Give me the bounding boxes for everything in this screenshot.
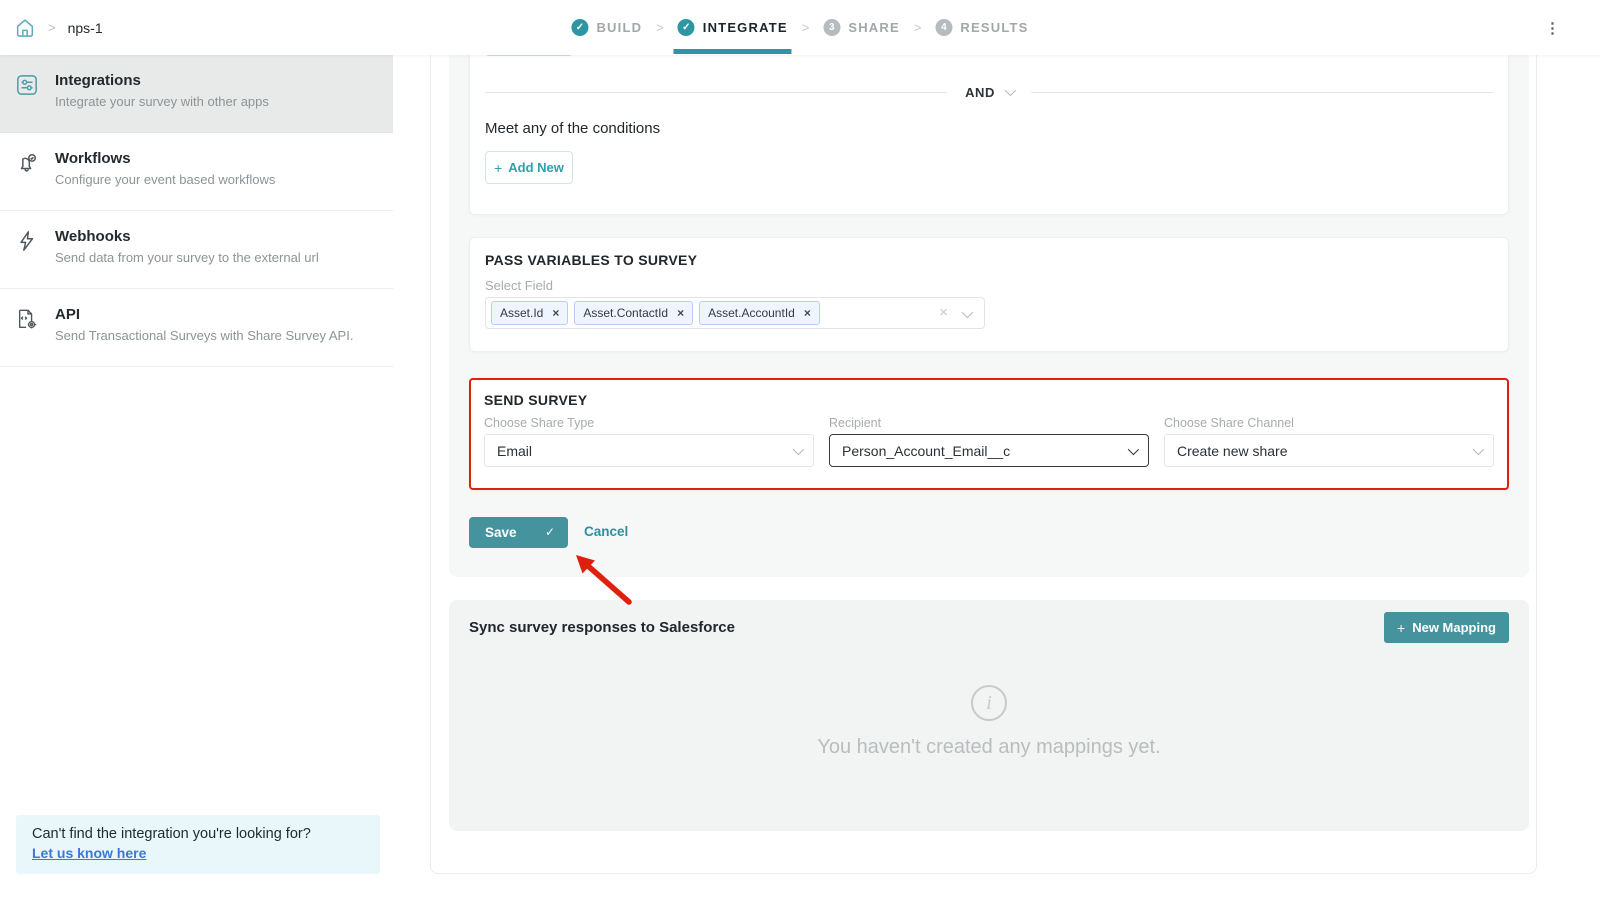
sidebar-item-api[interactable]: API Send Transactional Surveys with Shar…: [0, 289, 393, 367]
sidebar-item-integrations[interactable]: Integrations Integrate your survey with …: [0, 55, 393, 133]
chevron-down-icon[interactable]: [962, 307, 973, 318]
add-new-condition-button[interactable]: + Add New: [485, 151, 573, 184]
recipient-label: Recipient: [829, 416, 881, 430]
step-results[interactable]: 4 RESULTS: [935, 19, 1028, 36]
and-operator-label: AND: [965, 85, 995, 100]
chip-remove-icon[interactable]: ×: [552, 307, 559, 319]
divider-line: [485, 92, 947, 93]
step-label: SHARE: [848, 20, 900, 35]
share-channel-field: Choose Share Channel Create new share: [1164, 380, 1494, 488]
recipient-value: Person_Account_Email__c: [842, 443, 1010, 459]
chevron-down-icon: [1128, 443, 1139, 454]
stepper: ✓ BUILD > ✓ INTEGRATE > 3 SHARE > 4 RESU…: [571, 0, 1028, 55]
pass-variables-title: PASS VARIABLES TO SURVEY: [485, 252, 697, 268]
send-survey-card: SEND SURVEY Choose Share Type Email Reci…: [469, 378, 1509, 490]
plus-icon: +: [494, 160, 502, 176]
chevron-down-icon: [793, 443, 804, 454]
check-icon: ✓: [545, 525, 555, 539]
chevron-down-icon: [1473, 443, 1484, 454]
share-channel-label: Choose Share Channel: [1164, 416, 1294, 430]
sidebar-item-desc: Configure your event based workflows: [55, 172, 373, 187]
home-icon[interactable]: [14, 17, 36, 39]
top-header: > nps-1 ✓ BUILD > ✓ INTEGRATE > 3 SHARE …: [0, 0, 1600, 55]
api-document-icon: [16, 308, 38, 330]
select-field-label: Select Field: [485, 278, 553, 293]
share-channel-select[interactable]: Create new share: [1164, 434, 1494, 467]
plus-icon: +: [1397, 620, 1405, 636]
sliders-icon: [16, 74, 38, 96]
lightning-icon: [16, 230, 38, 252]
share-channel-value: Create new share: [1177, 443, 1288, 459]
save-button[interactable]: Save ✓: [469, 517, 568, 548]
clear-all-icon[interactable]: ×: [939, 305, 948, 320]
sync-responses-title: Sync survey responses to Salesforce: [469, 619, 735, 636]
recipient-select[interactable]: Person_Account_Email__c: [829, 434, 1149, 467]
meet-conditions-label: Meet any of the conditions: [485, 120, 660, 137]
new-mapping-label: New Mapping: [1412, 620, 1496, 635]
sidebar-item-title: Workflows: [55, 150, 373, 167]
chip-label: Asset.AccountId: [708, 306, 795, 320]
workflow-bell-icon: [16, 152, 38, 174]
sidebar-item-desc: Integrate your survey with other apps: [55, 94, 373, 109]
step-label: RESULTS: [960, 20, 1028, 35]
share-type-label: Choose Share Type: [484, 416, 594, 430]
select-field-multiselect[interactable]: Asset.Id × Asset.ContactId × Asset.Accou…: [485, 297, 985, 329]
sidebar-item-title: API: [55, 306, 373, 323]
chip-label: Asset.Id: [500, 306, 543, 320]
step-label: INTEGRATE: [703, 20, 788, 35]
sidebar-footer-help-box: Can't find the integration you're lookin…: [16, 815, 380, 874]
help-question-text: Can't find the integration you're lookin…: [32, 826, 364, 842]
sidebar-item-title: Integrations: [55, 72, 373, 89]
chip-remove-icon[interactable]: ×: [677, 307, 684, 319]
share-type-value: Email: [497, 443, 532, 459]
trigger-config-panel: AND Meet any of the conditions + Add New…: [449, 45, 1529, 577]
and-operator-dropdown[interactable]: AND: [965, 85, 1013, 100]
divider-line: [1031, 92, 1493, 93]
breadcrumb-separator-icon: >: [48, 20, 56, 35]
cancel-link[interactable]: Cancel: [584, 524, 628, 539]
and-operator-row: AND: [485, 84, 1493, 100]
step-separator-icon: >: [656, 20, 664, 35]
breadcrumb: > nps-1: [14, 0, 103, 55]
check-circle-icon: ✓: [678, 19, 695, 36]
sidebar-item-title: Webhooks: [55, 228, 373, 245]
save-label: Save: [485, 525, 517, 540]
share-type-select[interactable]: Email: [484, 434, 814, 467]
active-step-underline: [674, 49, 792, 54]
sidebar-item-desc: Send data from your survey to the extern…: [55, 250, 373, 265]
step-separator-icon: >: [914, 20, 922, 35]
step-number-badge: 4: [935, 19, 952, 36]
pass-variables-card: PASS VARIABLES TO SURVEY Select Field As…: [469, 237, 1509, 352]
integrations-sidebar: Integrations Integrate your survey with …: [0, 55, 393, 907]
new-mapping-button[interactable]: + New Mapping: [1384, 612, 1509, 643]
sync-mappings-panel: Sync survey responses to Salesforce + Ne…: [449, 600, 1529, 831]
sidebar-item-workflows[interactable]: Workflows Configure your event based wor…: [0, 133, 393, 211]
conditions-card: AND Meet any of the conditions + Add New: [469, 37, 1509, 215]
sidebar-item-desc: Send Transactional Surveys with Share Su…: [55, 328, 373, 343]
empty-mappings-message: You haven't created any mappings yet.: [449, 736, 1529, 759]
step-label: BUILD: [596, 20, 642, 35]
check-circle-icon: ✓: [571, 19, 588, 36]
chip-label: Asset.ContactId: [583, 306, 668, 320]
chip-remove-icon[interactable]: ×: [804, 307, 811, 319]
kebab-menu-icon[interactable]: ⋮: [1545, 0, 1560, 55]
field-chip[interactable]: Asset.Id ×: [491, 301, 568, 325]
step-build[interactable]: ✓ BUILD: [571, 19, 642, 36]
sidebar-item-webhooks[interactable]: Webhooks Send data from your survey to t…: [0, 211, 393, 289]
salesforce-integration-panel: AND Meet any of the conditions + Add New…: [430, 45, 1537, 874]
let-us-know-link[interactable]: Let us know here: [32, 845, 146, 861]
info-icon: i: [971, 685, 1007, 721]
field-chip[interactable]: Asset.ContactId ×: [574, 301, 693, 325]
chevron-down-icon: [1005, 85, 1016, 96]
step-share[interactable]: 3 SHARE: [823, 19, 900, 36]
field-chip[interactable]: Asset.AccountId ×: [699, 301, 820, 325]
step-number-badge: 3: [823, 19, 840, 36]
step-separator-icon: >: [802, 20, 810, 35]
step-integrate[interactable]: ✓ INTEGRATE: [678, 19, 788, 36]
recipient-field: Recipient Person_Account_Email__c: [829, 380, 1149, 488]
share-type-field: Choose Share Type Email: [484, 380, 814, 488]
breadcrumb-survey-name[interactable]: nps-1: [68, 20, 103, 36]
add-new-label: Add New: [508, 160, 564, 175]
